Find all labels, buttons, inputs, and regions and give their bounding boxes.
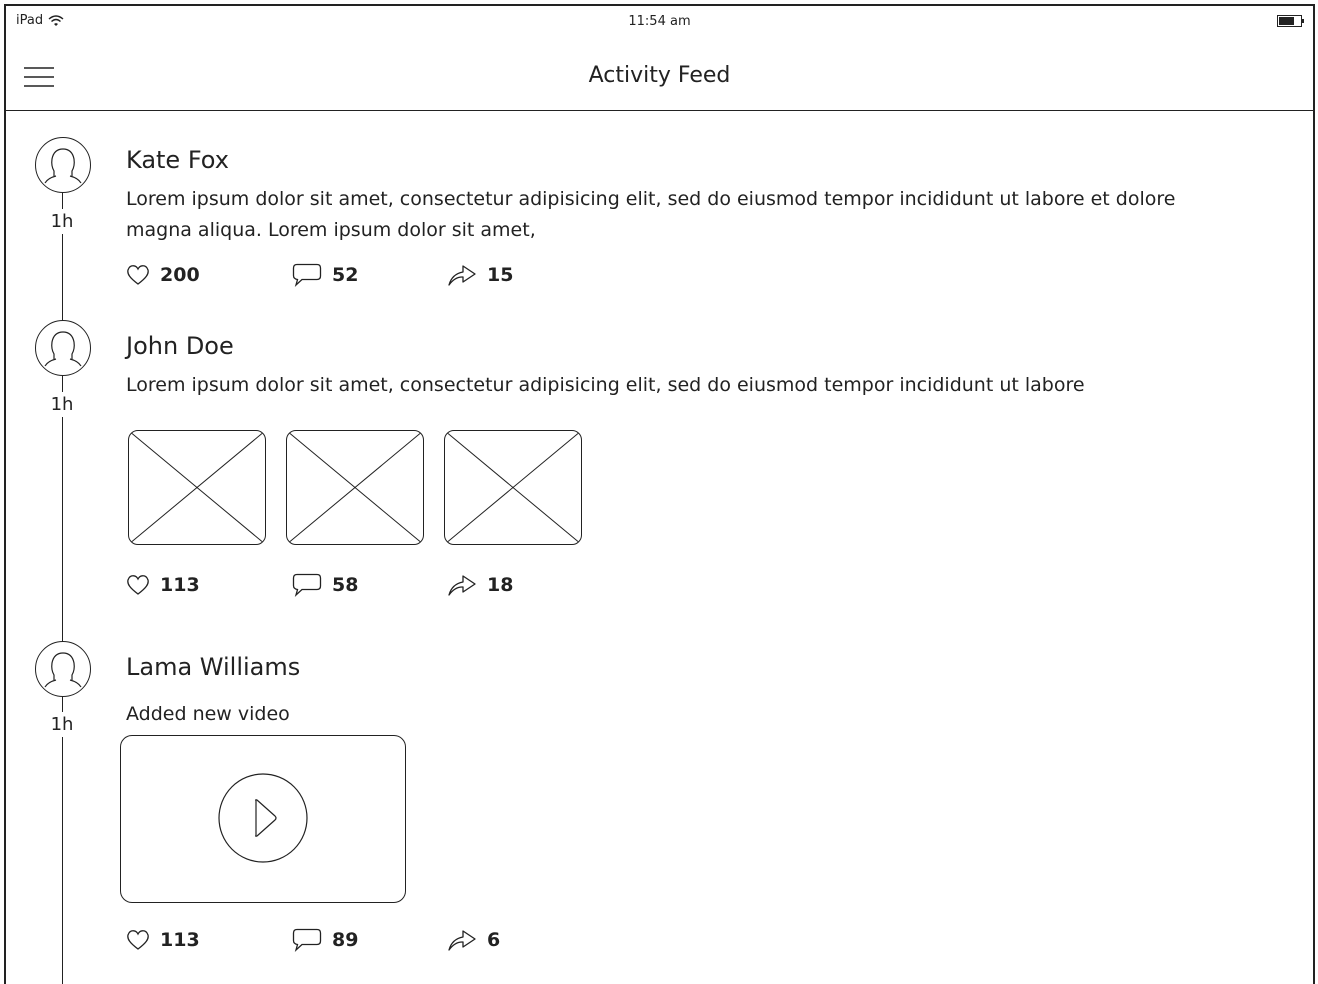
share-button[interactable]: 15 <box>447 263 513 287</box>
user-icon <box>44 148 82 184</box>
like-button[interactable]: 113 <box>126 573 292 597</box>
post-author[interactable]: John Doe <box>126 332 234 360</box>
share-icon <box>448 265 476 286</box>
share-button[interactable]: 18 <box>447 573 513 597</box>
share-count: 15 <box>487 264 514 286</box>
image-gallery <box>128 430 582 545</box>
comment-button[interactable]: 58 <box>292 573 447 597</box>
post-time: 1h <box>47 209 77 234</box>
status-time: 11:54 am <box>628 14 691 29</box>
comment-icon <box>292 928 322 952</box>
image-placeholder[interactable] <box>444 430 582 545</box>
share-count: 18 <box>487 574 514 596</box>
image-placeholder[interactable] <box>286 430 424 545</box>
share-icon <box>448 930 476 951</box>
comment-button[interactable]: 89 <box>292 928 447 952</box>
share-count: 6 <box>487 929 501 951</box>
status-bar: iPad 11:54 am <box>6 6 1313 36</box>
image-placeholder-icon <box>445 431 581 544</box>
user-icon <box>44 652 82 688</box>
share-button[interactable]: 6 <box>447 928 500 952</box>
like-button[interactable]: 113 <box>126 928 292 952</box>
heart-icon <box>127 575 149 595</box>
image-placeholder[interactable] <box>128 430 266 545</box>
page-title: Activity Feed <box>588 63 731 88</box>
post-text: Lorem ipsum dolor sit amet, consectetur … <box>126 374 1085 396</box>
post-actions: 200 52 15 <box>126 263 513 287</box>
image-placeholder-icon <box>287 431 423 544</box>
comment-button[interactable]: 52 <box>292 263 447 287</box>
comment-icon <box>292 573 322 597</box>
avatar[interactable] <box>35 320 91 376</box>
like-count: 200 <box>160 264 200 286</box>
comment-count: 52 <box>332 264 359 286</box>
avatar[interactable] <box>35 641 91 697</box>
comment-count: 58 <box>332 574 359 596</box>
comment-count: 89 <box>332 929 359 951</box>
post-text: Lorem ipsum dolor sit amet, consectetur … <box>126 188 1176 241</box>
like-count: 113 <box>160 574 200 596</box>
post-actions: 113 58 18 <box>126 573 513 597</box>
battery-icon <box>1277 15 1304 27</box>
video-player[interactable] <box>120 735 406 903</box>
comment-icon <box>292 263 322 287</box>
image-placeholder-icon <box>129 431 265 544</box>
play-icon[interactable] <box>218 773 308 863</box>
nav-bar: Activity Feed <box>6 36 1313 111</box>
user-icon <box>44 331 82 367</box>
post-time: 1h <box>47 392 77 417</box>
share-icon <box>448 575 476 596</box>
post-text: Added new video <box>126 703 290 725</box>
post-author[interactable]: Kate Fox <box>126 146 229 174</box>
heart-icon <box>127 265 149 285</box>
post-actions: 113 89 6 <box>126 928 500 952</box>
like-button[interactable]: 200 <box>126 263 292 287</box>
heart-icon <box>127 930 149 950</box>
like-count: 113 <box>160 929 200 951</box>
avatar[interactable] <box>35 137 91 193</box>
ipad-frame: iPad 11:54 am Activity Feed 1h Kate Fox … <box>4 4 1315 984</box>
post-author[interactable]: Lama Williams <box>126 653 300 681</box>
timeline-line <box>62 156 63 984</box>
post-time: 1h <box>47 712 77 737</box>
